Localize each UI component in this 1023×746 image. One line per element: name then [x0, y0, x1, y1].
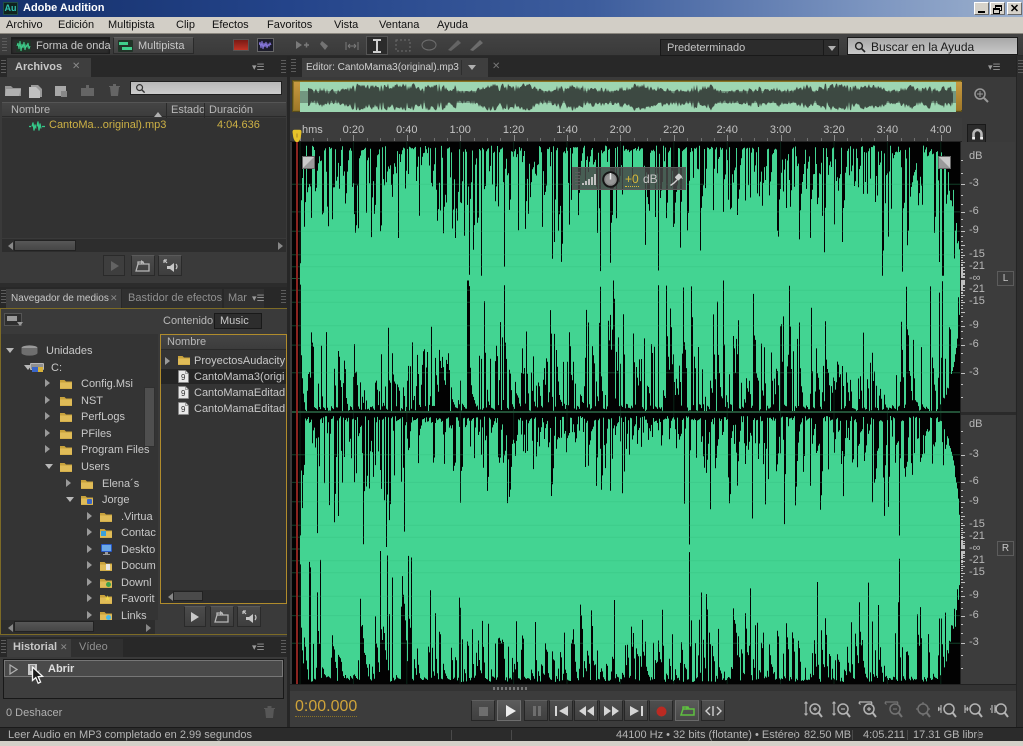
svg-text:9: 9	[181, 389, 186, 398]
svg-text:9: 9	[181, 405, 186, 414]
svg-text:9: 9	[181, 373, 186, 382]
